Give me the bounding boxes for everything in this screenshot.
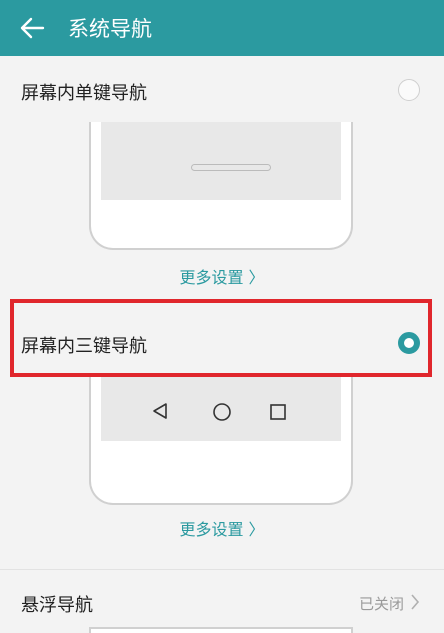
divider [0, 569, 444, 570]
page-title: 系统导航 [68, 17, 152, 41]
more-settings-link-1[interactable]: 更多设置 〉 [0, 264, 444, 288]
floating-nav-preview [89, 627, 353, 633]
phone-screen [101, 377, 341, 441]
back-button[interactable] [6, 0, 58, 56]
three-key-radio[interactable] [398, 332, 420, 354]
option-three-key-label: 屏幕内三键导航 [21, 336, 147, 357]
chevron-right-icon [411, 594, 420, 610]
option-single-key-label: 屏幕内单键导航 [21, 83, 147, 104]
home-circle-icon [213, 403, 231, 421]
back-triangle-icon [153, 403, 167, 419]
nav-pill-icon [191, 164, 271, 171]
single-key-preview [89, 122, 353, 250]
app-header: 系统导航 [0, 0, 444, 56]
phone-screen [101, 122, 341, 200]
single-key-radio[interactable] [398, 79, 420, 101]
more-settings-link-2[interactable]: 更多设置 〉 [0, 516, 444, 540]
three-key-preview [89, 377, 353, 505]
arrow-left-icon [20, 17, 45, 39]
floating-nav-label[interactable]: 悬浮导航 [21, 591, 93, 617]
recent-square-icon [270, 404, 286, 420]
floating-nav-status: 已关闭 [358, 595, 404, 613]
